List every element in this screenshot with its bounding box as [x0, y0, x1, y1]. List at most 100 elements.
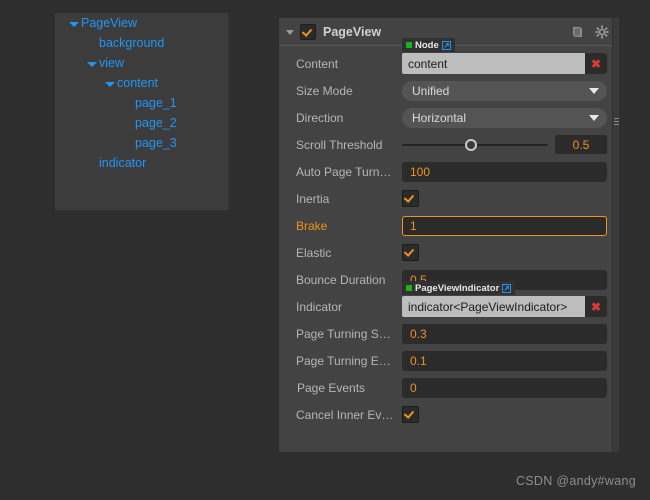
checkbox-elastic[interactable]	[402, 244, 419, 261]
chevron-down-icon	[589, 87, 599, 94]
property-row-brake: Brake 1	[279, 212, 619, 239]
collapse-triangle-icon[interactable]	[285, 26, 297, 38]
property-field-page_turning_speed: 0.3	[402, 323, 619, 344]
tree-expand-triangle-icon[interactable]	[68, 18, 79, 29]
input-page_turning_speed[interactable]: 0.3	[402, 323, 607, 344]
tree-item-PageView[interactable]: PageView	[55, 13, 228, 33]
property-field-scroll_threshold: 0.5	[402, 135, 619, 154]
input-page_turning_ease[interactable]: 0.1	[402, 350, 607, 371]
tree-item-page_2[interactable]: page_2	[55, 113, 228, 133]
property-field-indicator: PageViewIndicator indicator<PageViewIndic…	[402, 281, 619, 317]
node-ref-content[interactable]: Node content ✖	[402, 38, 607, 74]
node-ref-box[interactable]: indicator<PageViewIndicator> ✖	[402, 296, 607, 317]
tree-item-content[interactable]: content	[55, 73, 228, 93]
property-label-inertia: Inertia	[296, 192, 402, 206]
component-enabled-checkbox[interactable]	[300, 23, 316, 40]
property-label-page_turning_ease: Page Turning E…	[296, 354, 402, 368]
inspector-panel: PageView Content Node content ✖ Size Mod…	[278, 18, 619, 452]
property-label-direction: Direction	[296, 111, 402, 125]
external-link-icon[interactable]	[502, 283, 512, 293]
clear-reference-button[interactable]: ✖	[585, 53, 607, 74]
type-dot-icon	[406, 42, 412, 48]
property-label-text: Page Turning S…	[296, 326, 391, 341]
property-label-page_turning_speed: Page Turning S…	[296, 327, 402, 341]
property-field-page_turning_ease: 0.1	[402, 350, 619, 371]
tree-spacer-icon	[86, 38, 97, 49]
tree-expand-triangle-icon[interactable]	[86, 58, 97, 69]
chevron-down-icon	[589, 114, 599, 121]
app-root: PageView background view content page_1 page_…	[0, 0, 650, 500]
property-label-text: Indicator	[296, 299, 343, 314]
property-label-scroll_threshold: Scroll Threshold	[296, 138, 402, 152]
input-value: 0.3	[410, 326, 427, 341]
property-row-scroll_threshold: Scroll Threshold 0.5	[279, 131, 619, 158]
tree-expand-triangle-icon[interactable]	[104, 78, 115, 89]
clear-reference-button[interactable]: ✖	[585, 296, 607, 317]
property-row-indicator: Indicator PageViewIndicator indicator<Page…	[279, 281, 619, 320]
property-label-bounce_duration: Bounce Duration	[296, 273, 402, 287]
property-field-direction: Horizontal	[402, 107, 619, 128]
scrollbar-grip[interactable]	[614, 118, 619, 129]
dropdown-value: Horizontal	[412, 110, 467, 125]
property-field-elastic	[402, 244, 619, 261]
inspector-scrollbar[interactable]	[612, 18, 619, 452]
property-field-brake: 1	[402, 215, 619, 236]
property-label-cancel_inner_events: Cancel Inner Ev…	[296, 408, 402, 422]
input-value: 100	[410, 164, 431, 179]
property-label-text: Brake	[296, 218, 328, 233]
property-row-content: Content Node content ✖	[279, 38, 619, 77]
property-row-page_turning_ease: Page Turning E… 0.1	[279, 347, 619, 374]
node-ref-indicator[interactable]: PageViewIndicator indicator<PageViewIndic…	[402, 281, 607, 317]
property-row-size_mode: Size Mode Unified	[279, 77, 619, 104]
tree-item-background[interactable]: background	[55, 33, 228, 53]
tree-item-page_3[interactable]: page_3	[55, 133, 228, 153]
input-value: 0	[410, 380, 417, 395]
property-row-elastic: Elastic	[279, 239, 619, 266]
input-brake[interactable]: 1	[402, 215, 607, 236]
property-row-cancel_inner_events: Cancel Inner Ev…	[279, 401, 619, 428]
property-field-size_mode: Unified	[402, 80, 619, 101]
property-field-cancel_inner_events	[402, 406, 619, 423]
hierarchy-tree-panel: PageView background view content page_1 page_…	[55, 13, 229, 211]
tree-spacer-icon	[122, 98, 133, 109]
property-row-page_turning_speed: Page Turning S… 0.3	[279, 320, 619, 347]
property-label-text: Inertia	[296, 191, 330, 206]
external-link-icon[interactable]	[441, 40, 451, 50]
tree-item-view[interactable]: view	[55, 53, 228, 73]
property-label-text: Page Events	[297, 380, 366, 395]
tree-item-label: page_3	[135, 136, 177, 150]
node-ref-box[interactable]: content ✖	[402, 53, 607, 74]
slider-scroll_threshold[interactable]: 0.5	[402, 135, 607, 154]
tree-item-label: background	[99, 36, 165, 50]
tree-item-label: page_1	[135, 96, 177, 110]
property-field-content: Node content ✖	[402, 38, 619, 74]
input-value: 0.1	[410, 353, 427, 368]
tree-item-indicator[interactable]: indicator	[55, 153, 228, 173]
property-field-inertia	[402, 190, 619, 207]
tree-item-label: content	[117, 76, 159, 90]
checkbox-cancel_inner_events[interactable]	[402, 406, 419, 423]
tree-item-page_1[interactable]: page_1	[55, 93, 228, 113]
slider-track[interactable]	[402, 138, 548, 152]
tree-item-label: view	[99, 56, 125, 70]
tree-item-label: page_2	[135, 116, 177, 130]
input-page_events[interactable]: 0	[402, 377, 607, 398]
property-row-page_events: Page Events 0	[279, 374, 619, 401]
slider-knob[interactable]	[464, 138, 477, 151]
dropdown-direction[interactable]: Horizontal	[402, 107, 607, 128]
property-label-text: Cancel Inner Ev…	[296, 407, 394, 422]
property-row-direction: Direction Horizontal	[279, 104, 619, 131]
tree-spacer-icon	[122, 138, 133, 149]
input-auto_page_turn[interactable]: 100	[402, 161, 607, 182]
dropdown-size_mode[interactable]: Unified	[402, 80, 607, 101]
property-label-text: Page Turning E…	[296, 353, 391, 368]
checkbox-inertia[interactable]	[402, 190, 419, 207]
slider-value[interactable]: 0.5	[555, 135, 607, 154]
gear-icon[interactable]	[593, 23, 611, 41]
node-type-tag: Node	[402, 38, 455, 52]
tree-spacer-icon	[86, 158, 97, 169]
book-icon[interactable]	[569, 23, 587, 41]
node-ref-value: content	[408, 56, 448, 71]
property-label-content: Content	[296, 57, 402, 71]
type-dot-icon	[406, 285, 412, 291]
